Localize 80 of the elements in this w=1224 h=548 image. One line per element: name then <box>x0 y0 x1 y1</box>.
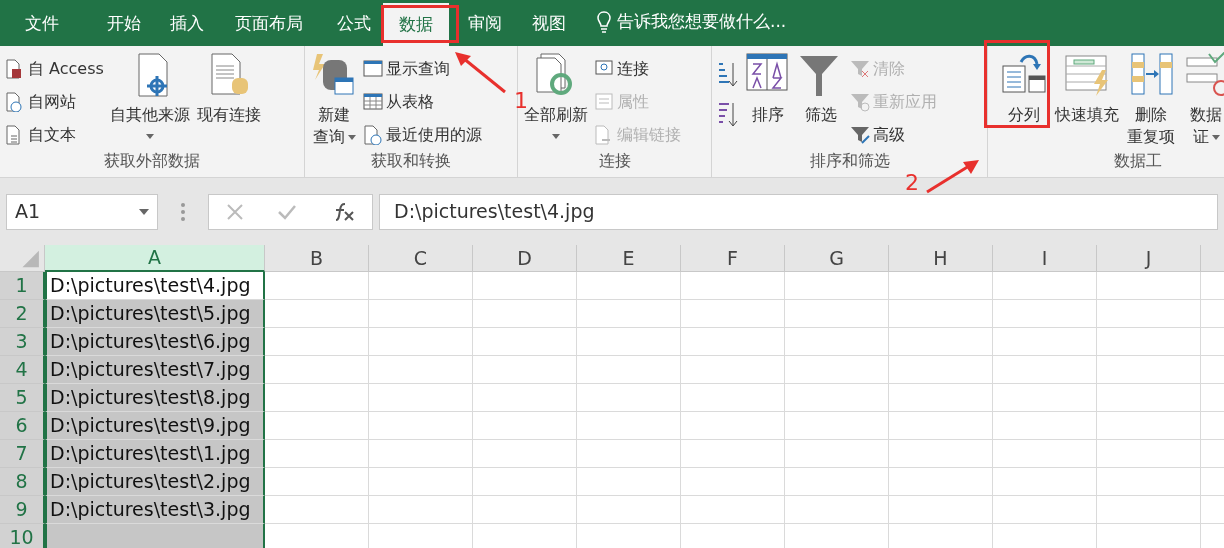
ribbon-button[interactable]: 现有连接 <box>195 52 262 126</box>
ribbon-button[interactable]: 新建 查询 <box>310 52 358 148</box>
ribbon-button[interactable]: 从表格 <box>363 87 482 116</box>
lightbulb-icon <box>597 10 611 33</box>
group-label: 获取外部数据 <box>103 150 201 172</box>
ribbon-tab[interactable]: 页面布局 <box>235 8 303 40</box>
row-header[interactable]: 7 <box>0 440 45 468</box>
column-header[interactable]: D <box>473 245 577 272</box>
row-header[interactable]: 9 <box>0 496 45 524</box>
ribbon-tab[interactable]: 公式 <box>337 8 371 40</box>
table-window-icon <box>363 58 383 79</box>
column-header[interactable]: G <box>785 245 889 272</box>
row-header[interactable]: 6 <box>0 412 45 440</box>
cancel-icon[interactable] <box>225 202 244 221</box>
drag-handle-icon[interactable] <box>180 201 186 222</box>
column-header[interactable]: E <box>577 245 681 272</box>
column-header[interactable] <box>1201 245 1224 272</box>
clock-document-icon <box>363 124 383 145</box>
row-header[interactable]: 5 <box>0 384 45 412</box>
group-label: 连接 <box>597 150 632 172</box>
properties-icon <box>594 91 614 112</box>
column-header[interactable]: A <box>45 245 265 272</box>
column-header[interactable]: I <box>993 245 1097 272</box>
row-header[interactable]: 10 <box>0 524 45 548</box>
clear-filter-icon <box>850 58 870 79</box>
table-cell: D:\pictures\test\4.jpg <box>45 272 265 300</box>
table-cell: D:\pictures\test\2.jpg <box>45 468 265 496</box>
database-lightning-icon <box>311 52 357 98</box>
ribbon-button[interactable]: 自网站 <box>5 87 104 116</box>
ribbon-button[interactable]: 快速填充 <box>1054 52 1120 126</box>
advanced-filter-icon <box>850 124 870 145</box>
tell-me-field[interactable]: 告诉我您想要做什么... <box>617 9 787 35</box>
table-cell: D:\pictures\test\3.jpg <box>45 496 265 524</box>
web-document-icon <box>5 91 25 112</box>
reapply-filter-icon <box>850 91 870 112</box>
sort-ascending-icon <box>717 60 739 88</box>
row-header[interactable]: 3 <box>0 328 45 356</box>
formula-field[interactable]: D:\pictures\test\4.jpg <box>379 193 1218 230</box>
table-cell: D:\pictures\test\8.jpg <box>45 384 265 412</box>
dropdown-arrow-icon <box>139 208 149 215</box>
column-header[interactable]: H <box>889 245 993 272</box>
ribbon-button[interactable]: 自其他来源 <box>108 52 191 139</box>
row-header[interactable]: 1 <box>0 272 45 300</box>
group-label: 数据工 <box>1113 150 1163 172</box>
ribbon-button[interactable]: 排序 <box>744 52 792 126</box>
row-header[interactable]: 2 <box>0 300 45 328</box>
group-label: 获取和转换 <box>370 150 452 172</box>
ribbon-button[interactable]: 连接 <box>594 54 681 83</box>
flash-fill-icon <box>1064 52 1110 98</box>
ribbon-tab[interactable]: 插入 <box>170 8 204 40</box>
annotation-number: 2 <box>905 172 919 194</box>
ribbon-button[interactable]: 最近使用的源 <box>363 120 482 149</box>
sort-descending-icon <box>717 100 739 128</box>
ribbon-tab[interactable]: 开始 <box>107 8 141 40</box>
name-box[interactable]: A1 <box>6 193 158 230</box>
ribbon-button[interactable]: 自 Access <box>5 54 104 83</box>
ribbon-tab[interactable]: 文件 <box>25 8 59 40</box>
table-cell: D:\pictures\test\6.jpg <box>45 328 265 356</box>
ribbon-tab[interactable]: 视图 <box>532 8 566 40</box>
table-cell: D:\pictures\test\1.jpg <box>45 440 265 468</box>
ribbon-button[interactable]: 数据 证 <box>1182 52 1224 148</box>
table-cell: D:\pictures\test\9.jpg <box>45 412 265 440</box>
ribbon-button[interactable]: 自文本 <box>5 120 104 149</box>
ribbon-button[interactable]: 删除 重复项 <box>1126 52 1176 148</box>
ribbon-tab[interactable]: 审阅 <box>468 8 502 40</box>
remove-duplicates-icon <box>1128 52 1174 98</box>
ribbon-button[interactable]: 高级 <box>850 120 937 149</box>
ribbon-button[interactable]: 显示查询 <box>363 54 482 83</box>
ribbon-button[interactable]: 筛选 <box>797 52 845 126</box>
table-icon <box>363 91 383 112</box>
annotation-number: 1 <box>514 90 528 112</box>
column-header[interactable]: C <box>369 245 473 272</box>
column-header[interactable]: F <box>681 245 785 272</box>
table-cell: D:\pictures\test\5.jpg <box>45 300 265 328</box>
row-header[interactable]: 4 <box>0 356 45 384</box>
group-label: 排序和筛选 <box>808 150 891 172</box>
column-header[interactable]: B <box>265 245 369 272</box>
row-header[interactable]: 8 <box>0 468 45 496</box>
column-header[interactable]: J <box>1097 245 1201 272</box>
table-cell: D:\pictures\test\7.jpg <box>45 356 265 384</box>
